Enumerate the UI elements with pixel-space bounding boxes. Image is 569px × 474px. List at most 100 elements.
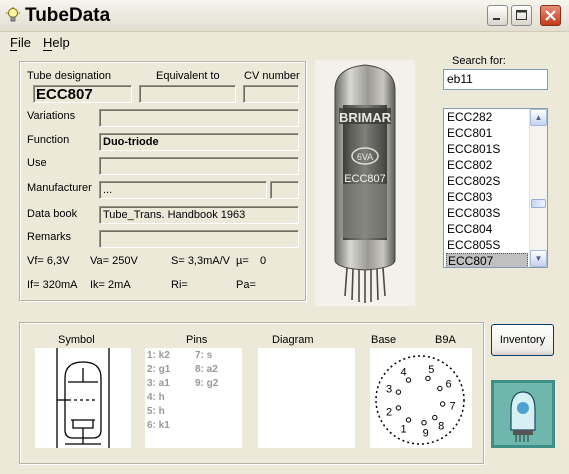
remarks-field[interactable] xyxy=(99,230,299,248)
va-value: Va= 250V xyxy=(90,255,138,267)
close-button[interactable] xyxy=(540,5,561,26)
menu-help-underline xyxy=(43,50,52,51)
base-pin-label: 7 xyxy=(449,401,455,413)
pin-entry: 7: s xyxy=(195,350,213,361)
base-label: Base xyxy=(371,334,397,346)
minimize-icon xyxy=(493,18,500,20)
scroll-thumb[interactable] xyxy=(531,199,546,208)
designation-field[interactable]: ECC807 xyxy=(33,85,132,103)
lightbulb-icon xyxy=(6,7,20,22)
search-input[interactable]: eb11 xyxy=(443,69,548,90)
pin-entry: 8: a2 xyxy=(195,364,218,375)
scroll-up-button[interactable]: ▲ xyxy=(530,109,547,126)
base-pin-label: 9 xyxy=(423,428,429,440)
pin-entry: 3: a1 xyxy=(147,378,170,389)
pins-box: 1: k2 2: g1 3: a1 4: h 5: h 6: k1 7: s 8… xyxy=(145,348,242,448)
list-item[interactable]: ECC801 xyxy=(446,126,529,141)
list-item[interactable]: ECC803S xyxy=(446,206,529,221)
menu-help[interactable]: Help xyxy=(43,35,70,50)
databook-field[interactable]: Tube_Trans. Handbook 1963 xyxy=(99,206,299,224)
use-label: Use xyxy=(27,157,47,169)
list-item[interactable]: ECC802 xyxy=(446,158,529,173)
s-value: S= 3,3mA/V xyxy=(171,255,231,267)
tube-list[interactable]: ECC282 ECC801 ECC801S ECC802 ECC802S ECC… xyxy=(443,108,548,268)
menu-file-underline xyxy=(10,50,17,51)
remarks-label: Remarks xyxy=(27,231,72,243)
use-field[interactable] xyxy=(99,157,299,175)
base-pin-label: 8 xyxy=(438,420,444,432)
base-pin-label: 4 xyxy=(400,366,406,378)
designation-header: Tube designation xyxy=(27,70,111,82)
function-label: Function xyxy=(27,134,70,146)
pin-entry: 9: g2 xyxy=(195,378,219,389)
pin-entry: 2: g1 xyxy=(147,364,171,375)
pin-entry: 6: k1 xyxy=(147,420,170,431)
equivalent-field[interactable] xyxy=(139,85,236,103)
inventory-button[interactable]: Inventory xyxy=(491,324,554,356)
base-pin-label: 1 xyxy=(400,424,406,436)
base-pin xyxy=(440,401,446,407)
if-value: If= 320mA xyxy=(27,279,78,291)
ri-label: Ri= xyxy=(171,279,188,291)
tube-code-text: 6VA xyxy=(357,152,373,162)
ik-value: Ik= 2mA xyxy=(90,279,131,291)
list-item[interactable]: ECC803 xyxy=(446,190,529,205)
vf-value: Vf= 6,3V xyxy=(27,255,70,267)
menu-bar xyxy=(0,31,569,53)
app-logo xyxy=(491,380,555,448)
base-pin-label: 2 xyxy=(386,406,392,418)
equivalent-header: Equivalent to xyxy=(156,70,220,82)
pa-label: Pa= xyxy=(236,279,256,291)
maximize-icon xyxy=(516,10,527,20)
base-pin xyxy=(425,375,431,382)
manufacturer-field[interactable]: ... xyxy=(99,181,267,199)
maximize-button[interactable] xyxy=(511,5,532,26)
search-label: Search for: xyxy=(452,55,506,67)
diagram-label: Diagram xyxy=(272,334,314,346)
list-item[interactable]: ECC282 xyxy=(446,110,529,125)
symbol-label: Symbol xyxy=(58,334,95,346)
close-icon xyxy=(545,10,556,21)
base-diagram: 12 34 56 789 xyxy=(375,355,465,445)
base-pin-label: 6 xyxy=(446,379,452,391)
cv-number-field[interactable] xyxy=(243,85,299,103)
databook-label: Data book xyxy=(27,208,78,220)
menu-file[interactable]: File xyxy=(10,35,31,50)
list-item[interactable]: ECC804 xyxy=(446,222,529,237)
tube-type-text: ECC807 xyxy=(344,173,386,185)
base-pin xyxy=(395,389,402,395)
base-pin-label: 3 xyxy=(386,384,392,396)
list-item[interactable]: ECC802S xyxy=(446,174,529,189)
base-box: 12 34 56 789 xyxy=(370,348,472,448)
scroll-down-button[interactable]: ▼ xyxy=(530,250,547,267)
chevron-up-icon: ▲ xyxy=(534,113,543,122)
tube-logo-icon xyxy=(494,383,552,445)
base-pin xyxy=(405,417,412,423)
list-item[interactable]: ECC805S xyxy=(446,238,529,253)
minimize-button[interactable] xyxy=(487,5,508,26)
manufacturer-extra-field[interactable] xyxy=(270,181,299,199)
window-title: TubeData xyxy=(25,5,111,26)
pins-label: Pins xyxy=(186,334,208,346)
base-pin xyxy=(395,405,402,411)
mu-value: 0 xyxy=(260,255,267,267)
symbol-box xyxy=(35,348,131,448)
cv-number-header: CV number xyxy=(244,70,300,82)
base-pin xyxy=(437,385,443,392)
pin-entry: 1: k2 xyxy=(147,350,170,361)
base-pin xyxy=(421,420,427,426)
variations-label: Variations xyxy=(27,110,76,122)
mu-label: µ= xyxy=(236,255,249,267)
base-pin xyxy=(405,377,412,383)
list-scrollbar[interactable]: ▲ ▼ xyxy=(529,109,547,267)
triode-symbol xyxy=(56,348,110,448)
list-item-selected[interactable]: ECC807 xyxy=(446,253,528,267)
base-pin-label: 5 xyxy=(428,364,434,376)
manufacturer-label: Manufacturer xyxy=(27,182,92,194)
variations-field[interactable] xyxy=(99,109,299,127)
base-pin xyxy=(432,414,438,421)
function-field[interactable]: Duo-triode xyxy=(99,133,299,151)
list-item[interactable]: ECC801S xyxy=(446,142,529,157)
pin-entry: 5: h xyxy=(147,406,165,417)
base-type-label: B9A xyxy=(435,334,456,346)
